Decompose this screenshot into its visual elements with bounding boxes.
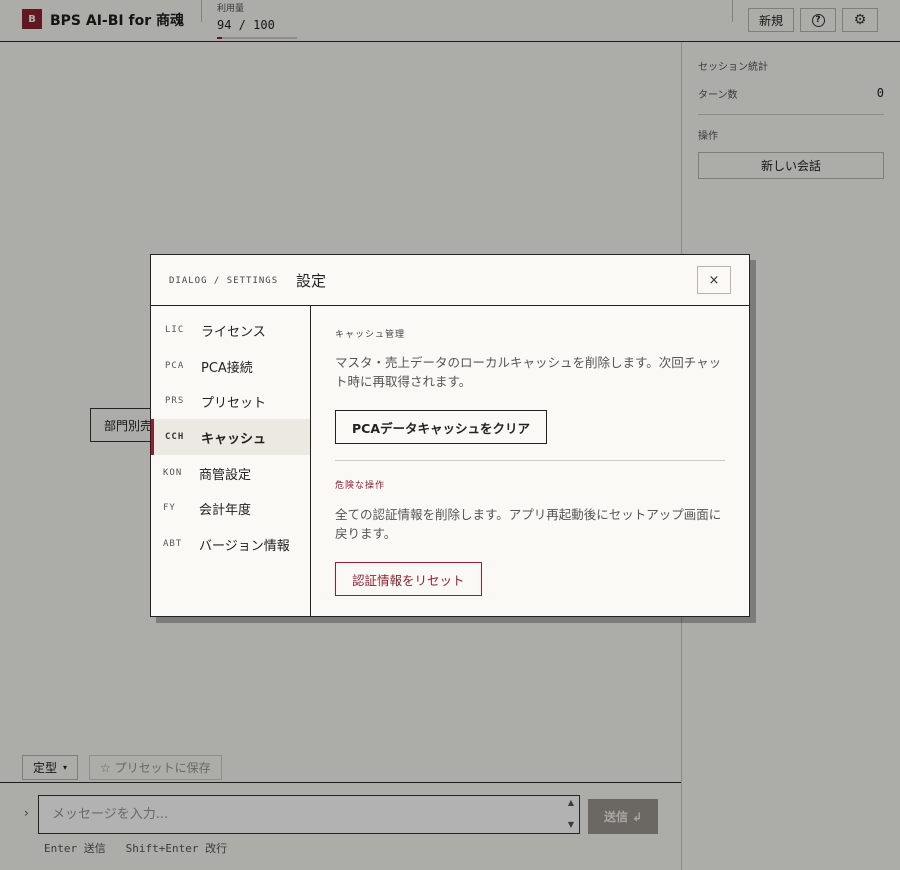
nav-item-license[interactable]: LIC ライセンス xyxy=(151,312,310,348)
dialog-breadcrumb: DIALOG / SETTINGS xyxy=(169,276,279,286)
divider xyxy=(335,460,725,461)
settings-dialog: DIALOG / SETTINGS 設定 × LIC ライセンス PCA PCA… xyxy=(150,254,750,617)
clear-cache-button[interactable]: PCAデータキャッシュをクリア xyxy=(335,410,548,444)
nav-item-pca[interactable]: PCA PCA接続 xyxy=(151,348,310,384)
nav-code: KON xyxy=(163,468,183,478)
settings-nav: LIC ライセンス PCA PCA接続 PRS プリセット CCH キャッシュ … xyxy=(151,306,311,616)
nav-item-cache[interactable]: CCH キャッシュ xyxy=(151,419,310,455)
nav-item-about[interactable]: ABT バージョン情報 xyxy=(151,526,310,562)
nav-code: LIC xyxy=(165,325,185,335)
close-button[interactable]: × xyxy=(697,266,731,294)
nav-label: バージョン情報 xyxy=(199,538,290,554)
danger-section-heading: 危険な操作 xyxy=(335,481,386,491)
nav-item-preset[interactable]: PRS プリセット xyxy=(151,383,310,419)
nav-code: PCA xyxy=(165,361,185,371)
nav-label: PCA接続 xyxy=(201,360,253,376)
dialog-header: DIALOG / SETTINGS 設定 × xyxy=(151,255,749,306)
nav-code: CCH xyxy=(165,432,185,442)
nav-code: ABT xyxy=(163,539,183,549)
cache-panel: キャッシュ管理 マスタ・売上データのローカルキャッシュを削除します。次回チャット… xyxy=(335,306,727,616)
nav-code: PRS xyxy=(165,396,185,406)
nav-label: ライセンス xyxy=(201,324,266,340)
nav-label: 商管設定 xyxy=(199,467,252,483)
nav-code: FY xyxy=(163,503,176,513)
nav-label: 会計年度 xyxy=(199,502,252,518)
cache-description: マスタ・売上データのローカルキャッシュを削除します。次回チャット時に再取得されま… xyxy=(335,355,722,389)
reset-credentials-button[interactable]: 認証情報をリセット xyxy=(335,562,482,596)
nav-item-fiscal-year[interactable]: FY 会計年度 xyxy=(151,490,310,526)
danger-description: 全ての認証情報を削除します。アプリ再起動後にセットアップ画面に戻ります。 xyxy=(335,507,722,541)
dialog-title: 設定 xyxy=(296,272,327,290)
nav-label: キャッシュ xyxy=(201,431,267,447)
nav-label: プリセット xyxy=(201,395,267,411)
close-icon: × xyxy=(708,272,720,288)
nav-item-kon[interactable]: KON 商管設定 xyxy=(151,455,310,491)
cache-section-heading: キャッシュ管理 xyxy=(335,330,406,340)
